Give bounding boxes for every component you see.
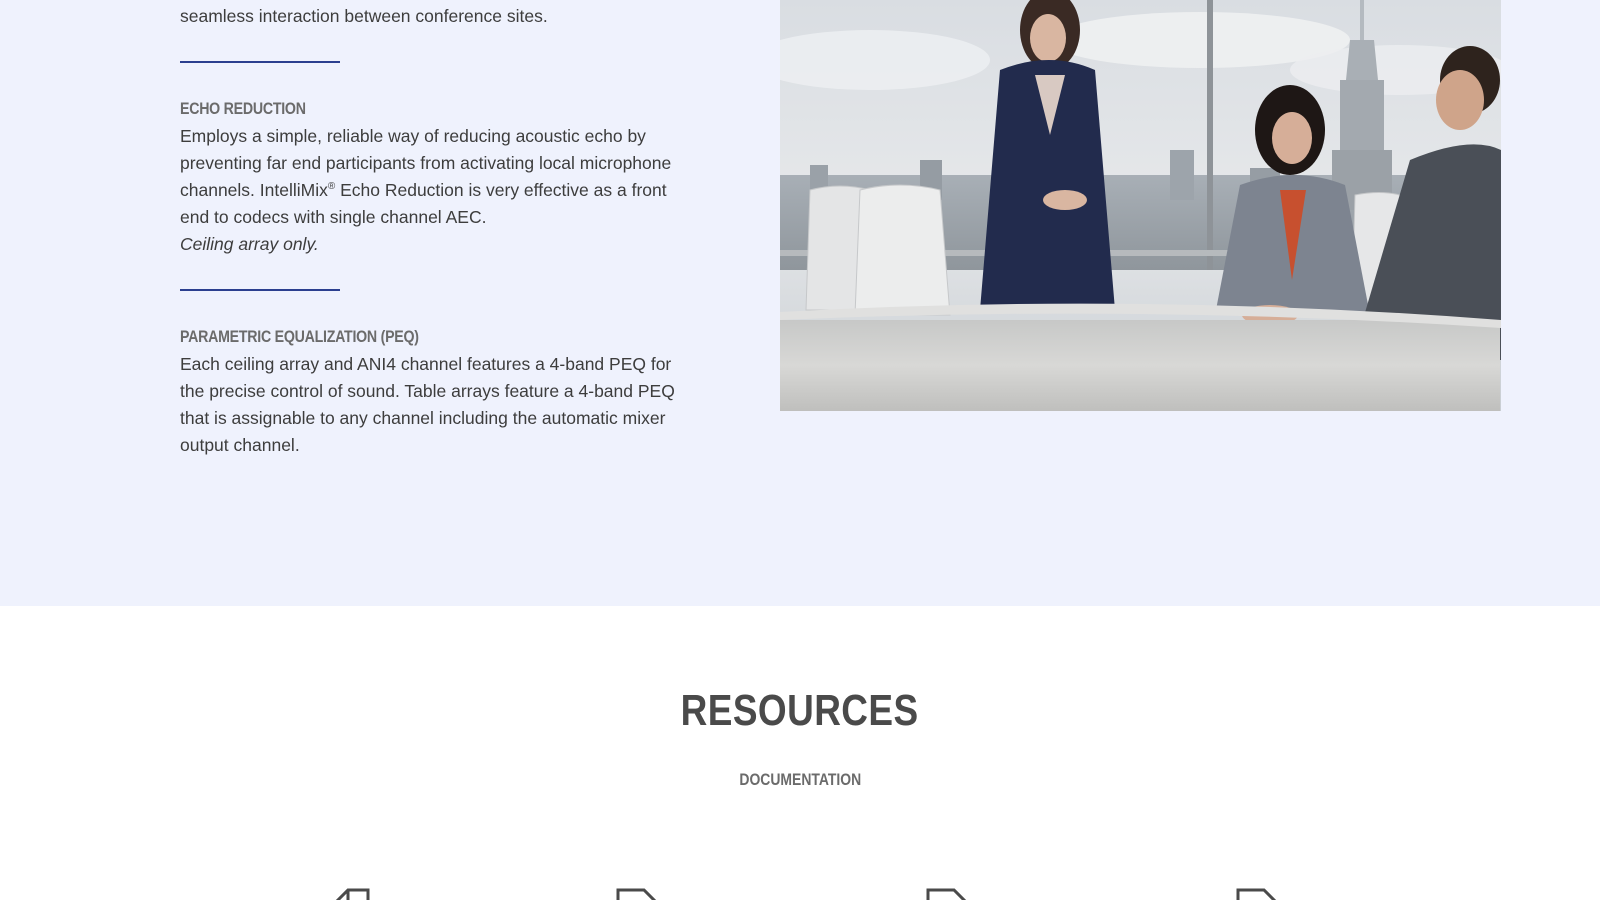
features-text-column: transmission. This yields improved clari… bbox=[180, 0, 680, 459]
conference-room-photo bbox=[780, 0, 1501, 411]
features-section: transmission. This yields improved clari… bbox=[0, 0, 1600, 606]
peq-block: PARAMETRIC EQUALIZATION (PEQ) Each ceili… bbox=[180, 327, 680, 459]
peq-text: Each ceiling array and ANI4 channel feat… bbox=[180, 354, 675, 455]
peq-heading: PARAMETRIC EQUALIZATION (PEQ) bbox=[180, 328, 419, 346]
echo-reduction-block: ECHO REDUCTION Employs a simple, reliabl… bbox=[180, 99, 680, 258]
resources-title: RESOURCES bbox=[0, 686, 1600, 736]
section-divider bbox=[180, 289, 340, 291]
intro-paragraph-tail: transmission. This yields improved clari… bbox=[180, 6, 548, 26]
document-icon[interactable] bbox=[1236, 888, 1282, 900]
echo-reduction-heading: ECHO REDUCTION bbox=[180, 100, 306, 118]
documentation-subtitle: DOCUMENTATION bbox=[0, 770, 1600, 790]
echo-reduction-note: Ceiling array only. bbox=[180, 234, 319, 254]
section-divider bbox=[180, 61, 340, 63]
document-icon[interactable] bbox=[328, 888, 374, 900]
document-icon[interactable] bbox=[926, 888, 972, 900]
resources-title-text: RESOURCES bbox=[681, 686, 919, 735]
documentation-subtitle-text: DOCUMENTATION bbox=[739, 770, 861, 789]
echo-reduction-text: Employs a simple, reliable way of reduci… bbox=[180, 123, 680, 258]
resources-section: RESOURCES DOCUMENTATION bbox=[0, 606, 1600, 900]
document-icon[interactable] bbox=[616, 888, 662, 900]
